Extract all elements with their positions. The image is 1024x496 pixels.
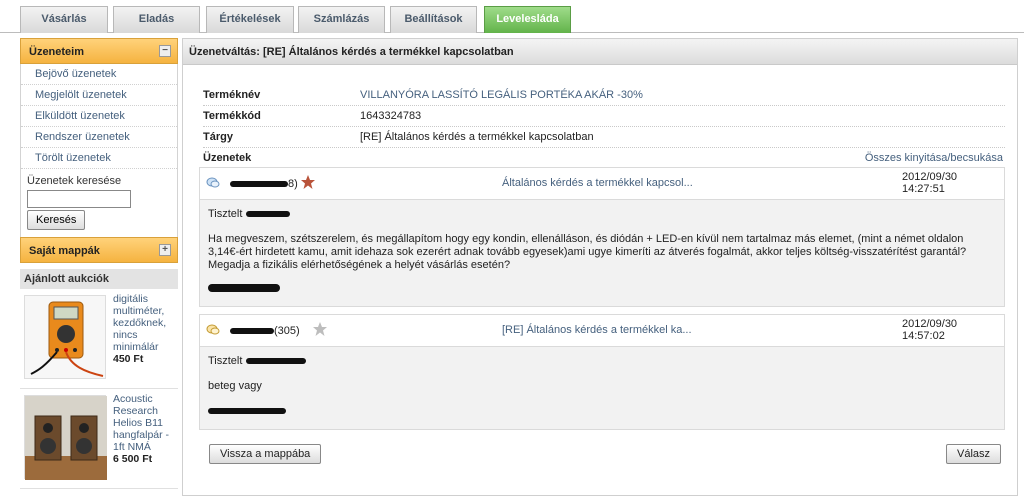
expand-all-link[interactable]: Összes kinyitása/becsukása: [865, 152, 1003, 164]
tab-szamlazas[interactable]: Számlázás: [298, 6, 385, 33]
redacted-signature: [208, 284, 280, 293]
back-to-folder-button[interactable]: Vissza a mappába: [209, 444, 322, 464]
sidebar-item-deleted[interactable]: Törölt üzenetek: [21, 148, 177, 169]
sender[interactable]: 8): [230, 178, 298, 190]
star-icon: [312, 321, 328, 341]
message-time: 14:27:51: [902, 183, 945, 195]
recommended-item[interactable]: digitális multiméter, kezdőknek, nincs m…: [20, 289, 178, 389]
sidebar-item-system[interactable]: Rendszer üzenetek: [21, 127, 177, 148]
message-item: 8) Általános kérdés a termékkel kapcsol.…: [199, 167, 1005, 307]
greeting: Tisztelt: [208, 355, 243, 367]
folders-panel-header[interactable]: Saját mappák +: [20, 237, 178, 263]
recommended-text[interactable]: Acoustic Research Helios B11 hangfalpár …: [113, 393, 177, 465]
message-timestamp: 2012/09/30 14:27:51: [902, 171, 957, 195]
recommended-title-link[interactable]: Acoustic Research Helios B11 hangfalpár …: [113, 393, 177, 453]
product-code-row: Termékkód 1643324783: [203, 106, 1005, 127]
tab-eladas[interactable]: Eladás: [113, 6, 200, 33]
tab-vasarlas[interactable]: Vásárlás: [20, 6, 108, 33]
messages-panel-title: Üzeneteim: [29, 46, 85, 58]
redacted-name: [245, 358, 306, 365]
sidebar: Üzeneteim − Bejövő üzenetek Megjelölt üz…: [20, 38, 178, 496]
message-subject-link[interactable]: [RE] Általános kérdés a termékkel ka...: [502, 324, 692, 336]
redacted-username: [230, 328, 274, 335]
recommended-item[interactable]: Acoustic Research Helios B11 hangfalpár …: [20, 389, 178, 489]
message-time: 14:57:02: [902, 330, 945, 342]
redacted-username: [230, 181, 288, 188]
message-date: 2012/09/30: [902, 318, 958, 330]
search-button[interactable]: Keresés: [27, 210, 86, 230]
product-code-value: 1643324783: [360, 110, 422, 122]
redacted-name: [245, 211, 290, 218]
recommended-price: 450 Ft: [113, 353, 144, 365]
conversation-panel: Üzenetváltás: [RE] Általános kérdés a te…: [182, 38, 1018, 496]
conversation-title: Üzenetváltás: [RE] Általános kérdés a te…: [183, 39, 1017, 65]
recommended-text[interactable]: digitális multiméter, kezdőknek, nincs m…: [113, 293, 177, 365]
speech-bubble-icon: [206, 177, 220, 188]
product-name-link[interactable]: VILLANYÓRA LASSÍTÓ LEGÁLIS PORTÉKA AKÁR …: [360, 85, 643, 106]
product-name-row: Terméknév VILLANYÓRA LASSÍTÓ LEGÁLIS POR…: [203, 85, 1005, 106]
message-item: (305) [RE] Általános kérdés a termékkel …: [199, 314, 1005, 430]
tab-ertekelesek[interactable]: Értékelések: [206, 6, 294, 33]
greeting: Tisztelt: [208, 208, 243, 220]
sidebar-item-sent[interactable]: Elküldött üzenetek: [21, 106, 177, 127]
tab-beallitasok[interactable]: Beállítások: [390, 6, 477, 33]
tab-leveleslada[interactable]: Levelesláda: [484, 6, 571, 33]
sender-rating: 8): [288, 178, 298, 190]
message-search: Üzenetek keresése Keresés: [20, 169, 178, 237]
sender-rating: (305): [274, 325, 300, 337]
messages-label: Üzenetek: [203, 152, 252, 164]
messages-panel-header[interactable]: Üzeneteim −: [20, 38, 178, 64]
recommended-title-link[interactable]: digitális multiméter, kezdőknek, nincs m…: [113, 293, 177, 353]
expand-icon[interactable]: +: [159, 244, 171, 256]
message-timestamp: 2012/09/30 14:57:02: [902, 318, 957, 342]
reply-button[interactable]: Válasz: [946, 444, 1002, 464]
recommended-title: Ajánlott aukciók: [20, 269, 178, 289]
message-header[interactable]: (305) [RE] Általános kérdés a termékkel …: [200, 315, 1004, 347]
collapse-icon[interactable]: −: [159, 45, 171, 57]
subject-row: Tárgy [RE] Általános kérdés a termékkel …: [203, 127, 1005, 148]
message-body: Tisztelt Ha megveszem, szétszerelem, és …: [200, 200, 1004, 306]
speech-bubble-icon: [206, 324, 220, 335]
message-text: beteg vagy: [208, 380, 262, 392]
recommended-price: 6 500 Ft: [113, 453, 153, 465]
folders-panel-title: Saját mappák: [29, 245, 100, 257]
subject-value: [RE] Általános kérdés a termékkel kapcso…: [360, 131, 594, 143]
star-icon: [300, 174, 316, 194]
tab-bar: Vásárlás Eladás Értékelések Számlázás Be…: [0, 0, 1024, 33]
product-name-label: Terméknév: [203, 89, 261, 101]
multimeter-image[interactable]: [24, 295, 106, 379]
speakers-image[interactable]: [24, 395, 107, 480]
message-header[interactable]: 8) Általános kérdés a termékkel kapcsol.…: [200, 168, 1004, 200]
message-subject-link[interactable]: Általános kérdés a termékkel kapcsol...: [502, 177, 693, 189]
search-input[interactable]: [27, 190, 131, 208]
product-code-label: Termékkód: [203, 110, 261, 122]
message-date: 2012/09/30: [902, 171, 958, 183]
sidebar-item-flagged[interactable]: Megjelölt üzenetek: [21, 85, 177, 106]
sidebar-item-inbox[interactable]: Bejövő üzenetek: [21, 64, 177, 85]
subject-label: Tárgy: [203, 131, 233, 143]
message-body: Tisztelt beteg vagy: [200, 347, 1004, 429]
folder-list: Bejövő üzenetek Megjelölt üzenetek Elkül…: [20, 64, 178, 169]
redacted-signature: [208, 408, 286, 415]
sender[interactable]: (305): [230, 325, 300, 337]
message-text: Ha megveszem, szétszerelem, és megállapí…: [208, 233, 967, 271]
search-label: Üzenetek keresése: [27, 175, 122, 187]
